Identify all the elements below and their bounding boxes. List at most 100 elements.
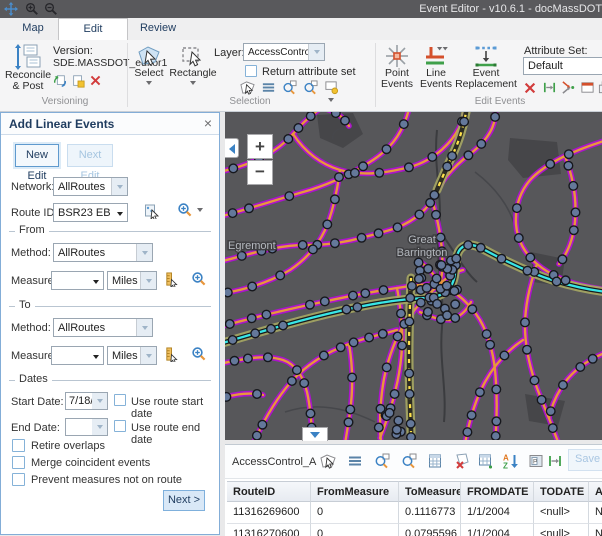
to-measure-combobox[interactable] [51, 346, 104, 365]
from-units-caret-icon[interactable] [140, 272, 156, 289]
to-units-caret-icon[interactable] [140, 347, 156, 364]
table-cell[interactable]: 1/1/2004 [461, 502, 534, 524]
collapse-table-tab[interactable] [302, 427, 328, 441]
layer-combobox[interactable]: AccessControl_A [243, 43, 325, 61]
delete-version-icon[interactable] [89, 74, 102, 87]
column-header-tomeasure[interactable]: ToMeasure [399, 481, 461, 502]
select-dropdown-caret-icon[interactable] [146, 81, 152, 85]
next-edit-button[interactable]: Next Edit [67, 144, 113, 167]
column-header-routeid[interactable]: RouteID [227, 481, 311, 502]
pan-icon[interactable] [4, 2, 18, 16]
line-events-button[interactable]: Line Events [418, 44, 454, 90]
from-method-combobox[interactable]: AllRoutes [53, 243, 153, 262]
measure-event-icon[interactable] [542, 80, 557, 95]
to-method-combobox[interactable]: AllRoutes [53, 318, 153, 337]
attribute-list-icon[interactable] [347, 453, 363, 469]
table-cell[interactable]: 0 [311, 502, 399, 524]
select-features-icon[interactable] [240, 80, 255, 95]
map-zoom-in-button[interactable]: + [247, 134, 273, 159]
map-zoom-out-button[interactable]: − [247, 160, 273, 185]
rectangle-dropdown-caret-icon[interactable] [190, 81, 196, 85]
from-units-combobox[interactable]: Miles [107, 271, 157, 290]
zoom-selected-icon[interactable] [374, 453, 390, 469]
route-id-caret-icon[interactable] [117, 207, 127, 219]
use-route-start-checkbox[interactable] [114, 394, 126, 406]
reconcile-post-button[interactable]: Reconcile & Post [4, 44, 52, 92]
calculate-icon[interactable] [427, 453, 443, 469]
to-units-combobox[interactable]: Miles [107, 346, 157, 365]
table-cell[interactable]: <null> [534, 502, 589, 524]
from-zoom-icon[interactable] [191, 271, 207, 287]
tab-map[interactable]: Map [10, 18, 56, 39]
start-date-caret[interactable] [92, 392, 108, 410]
measure-range-icon[interactable] [547, 453, 563, 469]
table-cell[interactable]: 0 [311, 524, 399, 536]
rectangle-button[interactable]: Rectangle [170, 44, 216, 85]
to-zoom-icon[interactable] [191, 346, 207, 362]
retire-overlaps-checkbox[interactable] [12, 439, 25, 452]
point-events-button[interactable]: Point Events [380, 44, 414, 90]
next-button[interactable]: Next > [163, 490, 205, 511]
route-id-combobox[interactable]: BSR23 EB [53, 203, 128, 222]
end-date-caret[interactable] [92, 418, 108, 436]
to-measure-pick-icon[interactable] [164, 347, 179, 362]
zoom-to-next-icon[interactable] [303, 80, 318, 95]
network-combobox[interactable]: AllRoutes [53, 177, 128, 196]
zoom-to-selection-icon[interactable] [282, 80, 297, 95]
column-header-accesscontrol[interactable]: ACCESSCONTROL [589, 481, 602, 502]
column-header-fromdate[interactable]: FROMDATE [461, 481, 534, 502]
to-method-caret-icon[interactable] [136, 319, 152, 336]
tab-review[interactable]: Review [130, 18, 186, 39]
end-date-field[interactable] [65, 418, 93, 436]
event-panel-icon[interactable] [580, 80, 595, 95]
column-header-frommeasure[interactable]: FromMeasure [311, 481, 399, 502]
table-cell[interactable]: No [589, 524, 602, 536]
column-header-todate[interactable]: TODATE [534, 481, 589, 502]
from-measure-combobox[interactable] [51, 271, 104, 290]
select-polygon-icon[interactable] [320, 453, 336, 469]
zoom-to-route-icon[interactable] [177, 202, 193, 218]
select-button[interactable]: Select [132, 44, 166, 85]
zoom-next-icon[interactable] [401, 453, 417, 469]
table-cell[interactable]: 11316269600 [227, 502, 311, 524]
prevent-measures-checkbox[interactable] [12, 473, 25, 486]
split-event-icon[interactable] [523, 81, 537, 95]
table-cell[interactable]: 0.1116773 [399, 502, 461, 524]
start-date-field[interactable]: 7/18/ [65, 392, 93, 410]
from-measure-pick-icon[interactable] [164, 272, 179, 287]
table-cell[interactable]: <null> [534, 524, 589, 536]
add-record-icon[interactable] [478, 453, 494, 469]
collapse-panel-tab[interactable] [225, 138, 239, 158]
refresh-version-icon[interactable] [53, 74, 67, 88]
map-view[interactable]: Egremont Great Barrington [225, 112, 602, 440]
delete-selected-icon[interactable] [454, 453, 470, 469]
from-method-caret-icon[interactable] [136, 244, 152, 261]
copy-panel-icon[interactable] [598, 80, 602, 95]
from-measure-caret-icon[interactable] [93, 275, 103, 287]
table-cell[interactable]: 11316270600 [227, 524, 311, 536]
zoom-route-caret-icon[interactable] [197, 208, 203, 212]
table-cell[interactable]: No [589, 502, 602, 524]
table-cell[interactable]: 1/1/2004 [461, 524, 534, 536]
to-measure-caret-icon[interactable] [93, 350, 103, 362]
layer-combo-caret-icon[interactable] [308, 44, 324, 60]
new-edit-button[interactable]: New Edit [15, 144, 59, 167]
save-button[interactable]: Save [568, 449, 602, 471]
merge-events-icon[interactable] [561, 80, 576, 95]
sort-icon[interactable] [503, 453, 519, 469]
table-cell[interactable]: 0.0795596 [399, 524, 461, 536]
attribute-list-icon[interactable] [261, 80, 276, 95]
layer-pick-caret-icon[interactable] [328, 98, 334, 102]
attribute-panel-icon[interactable] [528, 453, 544, 469]
route-pick-icon[interactable] [144, 203, 160, 219]
close-icon[interactable]: × [204, 115, 212, 131]
use-route-end-checkbox[interactable] [114, 420, 126, 432]
zoom-out-icon[interactable] [44, 2, 58, 16]
return-attribute-set-checkbox[interactable] [245, 65, 257, 77]
tab-edit[interactable]: Edit [58, 18, 128, 41]
map-canvas[interactable]: Egremont Great Barrington [225, 112, 602, 440]
new-version-icon[interactable] [71, 74, 85, 88]
attribute-set-combobox[interactable]: Default [523, 57, 602, 75]
layer-pick-icon[interactable] [324, 80, 339, 95]
network-caret-icon[interactable] [111, 178, 127, 195]
